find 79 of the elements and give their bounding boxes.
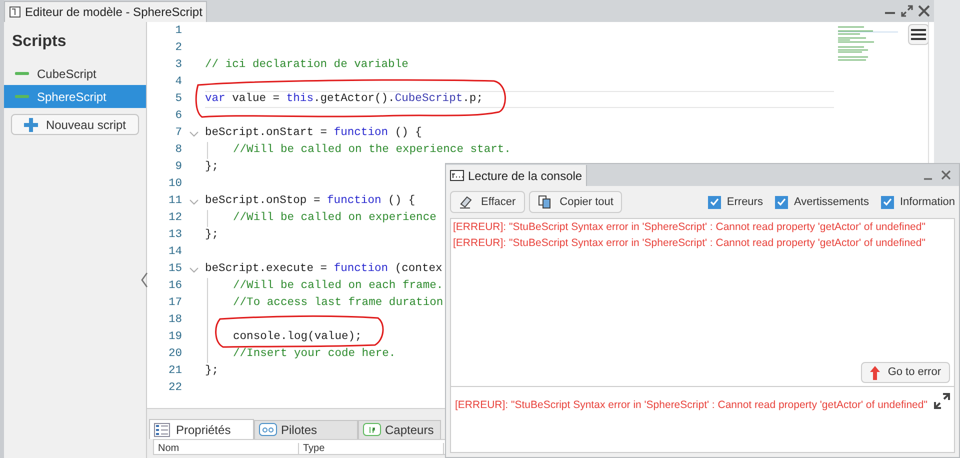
line-number: 2 — [174, 41, 182, 56]
code-comment: //Will be called on the experience start. — [233, 142, 511, 158]
line-number: 14 — [167, 245, 182, 260]
code-comment: //To access last frame duration — [233, 296, 444, 312]
document-icon — [9, 6, 21, 18]
script-item[interactable]: CubeScript — [4, 62, 146, 85]
line-number: 18 — [167, 313, 182, 328]
menu-button[interactable] — [908, 24, 929, 45]
panel-tab[interactable]: Capteurs — [358, 420, 441, 439]
code-comment: //Will be called on experience — [233, 210, 436, 226]
script-icon — [15, 71, 29, 76]
toolbar-button[interactable]: Copier tout — [528, 191, 622, 213]
code-line: beScript.execute = function (contex — [205, 262, 442, 278]
new-script-button[interactable]: Nouveau script — [11, 114, 139, 135]
up-arrow-icon — [870, 366, 880, 380]
line-number: 19 — [167, 330, 182, 346]
go-to-error-button[interactable]: Go to error — [860, 362, 950, 383]
list-icon — [154, 422, 172, 436]
menu-icon — [911, 29, 926, 40]
line-number: 5 — [174, 92, 182, 108]
log-message[interactable]: [ERREUR]: "StuBeScript Syntax error in 'SphereScript' : Cannot read property 'getActor' of undefined" — [453, 220, 954, 236]
fold-icon[interactable] — [188, 198, 198, 204]
line-number: 9 — [174, 160, 182, 176]
line-number: 17 — [167, 296, 182, 312]
fold-icon[interactable] — [188, 266, 198, 272]
line-number: 16 — [167, 279, 182, 294]
close-icon[interactable] — [918, 5, 930, 17]
code-comment: //Insert your code here. — [233, 346, 396, 362]
window-title: Editeur de modèle - SphereScript — [25, 4, 202, 21]
code-comment: // ici declaration de variable — [205, 58, 408, 74]
panel-tab[interactable]: Propriétés — [149, 419, 254, 439]
line-number: 6 — [174, 109, 182, 124]
checkbox[interactable] — [880, 196, 894, 208]
window-tab[interactable]: Editeur de modèle - SphereScript — [4, 1, 208, 22]
line-number: 7 — [174, 126, 182, 142]
expand-icon[interactable] — [934, 393, 950, 409]
checkbox-label: Information — [900, 194, 955, 210]
code-line: }; — [205, 228, 219, 244]
code-comment: //Will be called on each frame. — [233, 278, 444, 294]
code-line: }; — [205, 364, 219, 380]
console-tab[interactable]: Lecture de la console — [446, 165, 588, 186]
panel-tab[interactable]: Pilotes — [254, 420, 358, 439]
line-number: 10 — [167, 177, 182, 192]
checkbox[interactable] — [708, 196, 721, 208]
toolbar-button[interactable]: Effacer — [450, 191, 525, 213]
column-header: Nom — [154, 443, 299, 454]
close-icon[interactable] — [941, 170, 951, 180]
line-number: 15 — [167, 262, 182, 278]
code-line: beScript.onStop = function () { — [205, 194, 416, 210]
checkbox[interactable] — [774, 196, 788, 208]
code-line: beScript.onStart = function () { — [205, 126, 422, 142]
line-number: 1 — [174, 24, 182, 40]
maximize-icon[interactable] — [900, 4, 914, 18]
fold-icon[interactable] — [188, 130, 198, 136]
script-icon — [15, 94, 29, 99]
sidebar-heading: Scripts — [11, 32, 68, 52]
console-icon — [450, 170, 464, 181]
line-number: 4 — [174, 75, 182, 90]
checkbox-label: Erreurs — [726, 194, 763, 210]
line-number: 20 — [167, 347, 182, 362]
log-message[interactable]: [ERREUR]: "StuBeScript Syntax error in 'SphereScript' : Cannot read property 'getActor' of undefined" — [453, 236, 954, 252]
code-line: }; — [205, 160, 219, 176]
line-number: 21 — [167, 364, 182, 380]
checkbox-label: Avertissements — [794, 194, 869, 210]
eraser-icon — [459, 195, 473, 209]
collapse-icon[interactable] — [141, 272, 148, 288]
column-header: Type — [299, 443, 444, 454]
line-number: 12 — [167, 211, 182, 226]
copy-icon — [538, 195, 552, 209]
line-number: 8 — [174, 143, 182, 158]
error-detail: [ERREUR]: "StuBeScript Syntax error in 'SphereScript' : Cannot read property 'getActor' of undefined" — [455, 398, 928, 413]
code-line: var value = this.getActor().CubeScript.p; — [205, 92, 483, 108]
line-number: 11 — [167, 194, 182, 210]
line-number: 22 — [167, 381, 182, 396]
plus-icon — [24, 118, 38, 132]
code-line: console.log(value); — [233, 330, 362, 346]
console-title: Lecture de la console — [468, 168, 582, 184]
line-number: 3 — [174, 58, 182, 74]
line-number: 13 — [167, 228, 182, 244]
